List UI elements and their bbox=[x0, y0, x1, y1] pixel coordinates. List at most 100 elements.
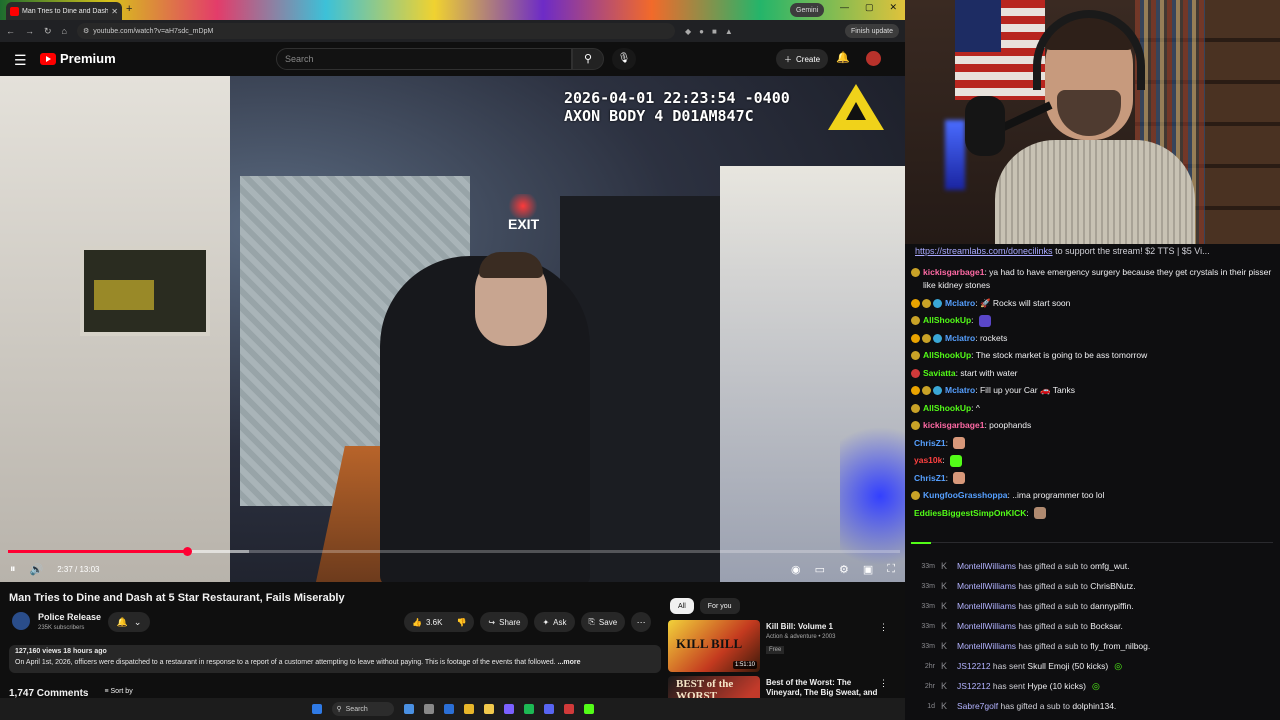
subscribed-notifications-button[interactable]: 🔔 ⌄ bbox=[108, 612, 150, 632]
chat-username[interactable]: KungfooGrasshoppa bbox=[923, 490, 1008, 500]
theater-mode-icon[interactable]: ▣ bbox=[863, 563, 873, 576]
taskbar-app-icon[interactable] bbox=[503, 704, 514, 714]
more-vertical-icon[interactable]: ⋮ bbox=[879, 622, 888, 633]
settings-gear-icon[interactable]: ⚙ bbox=[839, 563, 849, 576]
chat-username[interactable]: ChrisZ1 bbox=[914, 438, 946, 448]
taskbar-search[interactable]: ⚲ Search bbox=[331, 702, 394, 716]
fullscreen-icon[interactable]: ⛶ bbox=[887, 563, 895, 576]
sort-label: Sort by bbox=[110, 688, 133, 695]
badge-icon bbox=[933, 333, 942, 343]
event-username[interactable]: MontellWilliams bbox=[957, 641, 1016, 651]
more-actions-button[interactable]: ⋯ bbox=[631, 612, 652, 632]
minimize-button[interactable]: — bbox=[840, 2, 849, 13]
filter-chip-for-you[interactable]: For you bbox=[699, 598, 740, 614]
extension-icon[interactable]: ■ bbox=[712, 27, 717, 36]
autoplay-toggle[interactable]: ◉ bbox=[791, 563, 801, 576]
recommendation-item[interactable]: KILL BILL 1:51:10 Kill Bill: Volume 1 Ac… bbox=[668, 620, 898, 674]
video-progress-bar[interactable] bbox=[8, 547, 900, 556]
recommendation-item[interactable]: BEST of the WORST Best of the Worst: The… bbox=[668, 676, 898, 698]
spotify-icon[interactable] bbox=[523, 704, 534, 714]
create-button[interactable]: ＋ Create bbox=[776, 49, 829, 69]
forward-icon[interactable]: → bbox=[25, 26, 34, 36]
search-input[interactable]: Search bbox=[276, 48, 572, 70]
event-username[interactable]: Sabre7golf bbox=[957, 701, 998, 711]
event-time: 33m bbox=[921, 582, 935, 590]
volume-icon[interactable]: 🔊 bbox=[30, 563, 44, 576]
more-vertical-icon[interactable]: ⋮ bbox=[879, 678, 888, 689]
event-username[interactable]: MontellWilliams bbox=[957, 601, 1016, 611]
ask-button[interactable]: ✦ Ask bbox=[534, 612, 575, 632]
kick-icon[interactable] bbox=[583, 704, 594, 714]
task-view-icon[interactable] bbox=[403, 704, 414, 714]
badge-icon bbox=[922, 333, 931, 343]
maximize-button[interactable]: ▢ bbox=[865, 2, 874, 13]
like-button[interactable]: 👍 3.6K 👎 bbox=[404, 612, 475, 632]
edge-icon[interactable] bbox=[443, 704, 454, 714]
home-icon[interactable]: ⌂ bbox=[62, 26, 67, 36]
site-info-icon[interactable]: ⚙ bbox=[83, 27, 89, 35]
recommendation-thumbnail[interactable]: BEST of the WORST bbox=[668, 676, 760, 698]
discord-icon[interactable] bbox=[543, 704, 554, 714]
pause-button[interactable]: ⏸ bbox=[10, 563, 16, 576]
chat-username[interactable]: Mclatro bbox=[945, 385, 975, 395]
address-bar[interactable]: ⚙ youtube.com/watch?v=aH7sdc_mDpM bbox=[76, 23, 675, 39]
captions-icon[interactable]: ▭ bbox=[815, 563, 825, 576]
filter-chip-all[interactable]: All bbox=[670, 598, 694, 614]
recommendation-title[interactable]: Best of the Worst: The Vineyard, The Big… bbox=[766, 678, 878, 698]
taskbar-app-icon[interactable] bbox=[423, 704, 434, 714]
chat-message-body: Mclatro: Fill up your Car 🚗 Tanks bbox=[945, 384, 1273, 397]
recommendation-title[interactable]: Kill Bill: Volume 1 bbox=[766, 622, 878, 632]
event-username[interactable]: MontellWilliams bbox=[957, 581, 1016, 591]
account-avatar[interactable] bbox=[866, 51, 881, 66]
event-text: has sent bbox=[990, 661, 1028, 671]
save-button[interactable]: ⎘ Save bbox=[580, 612, 626, 632]
file-explorer-icon[interactable] bbox=[483, 704, 494, 714]
chat-username[interactable]: AllShookUp bbox=[923, 403, 971, 413]
close-tab-icon[interactable]: ✕ bbox=[111, 7, 118, 16]
notifications-bell-icon[interactable]: 🔔 bbox=[836, 51, 850, 64]
chat-username[interactable]: Mclatro bbox=[945, 333, 975, 343]
channel-avatar[interactable] bbox=[12, 612, 30, 630]
badge-icon bbox=[911, 491, 920, 500]
event-username[interactable]: MontellWilliams bbox=[957, 561, 1016, 571]
gemini-button[interactable]: Gemini bbox=[790, 3, 825, 17]
video-description[interactable]: 127,160 views 18 hours ago On April 1st,… bbox=[9, 645, 661, 673]
chat-username[interactable]: ChrisZ1 bbox=[914, 473, 946, 483]
extension-icon[interactable]: ▲ bbox=[725, 27, 733, 36]
share-button[interactable]: ↪ Share bbox=[480, 612, 529, 632]
extension-icon[interactable]: ◆ bbox=[685, 27, 691, 36]
chat-username[interactable]: EddiesBiggestSimpOnKICK bbox=[914, 508, 1026, 518]
streamlabs-link[interactable]: https://streamlabs.com/donecilinks bbox=[915, 246, 1053, 256]
chat-username[interactable]: Mclatro bbox=[945, 298, 975, 308]
reload-icon[interactable]: ↻ bbox=[44, 26, 52, 37]
close-window-button[interactable]: ✕ bbox=[889, 2, 897, 13]
youtube-premium-logo[interactable]: Premium bbox=[40, 51, 116, 66]
recommendation-thumbnail[interactable]: KILL BILL 1:51:10 bbox=[668, 620, 760, 672]
event-username[interactable]: JS12212 bbox=[957, 661, 991, 671]
browser-tab-youtube[interactable]: Man Tries to Dine and Dash ✕ bbox=[6, 2, 122, 20]
taskbar-app-icon[interactable] bbox=[563, 704, 574, 714]
channel-name[interactable]: Police Release bbox=[38, 612, 101, 622]
search-button[interactable]: ⚲ bbox=[572, 48, 604, 70]
thumbs-down-icon[interactable]: 👎 bbox=[456, 618, 466, 627]
show-more-link[interactable]: ...more bbox=[558, 659, 581, 666]
new-tab-button[interactable]: + bbox=[126, 3, 132, 15]
event-username[interactable]: MontellWilliams bbox=[957, 621, 1016, 631]
extension-icon[interactable]: ● bbox=[699, 27, 704, 36]
chat-message: kickisgarbage1: ya had to have emergency… bbox=[911, 266, 1273, 292]
finish-update-button[interactable]: Finish update bbox=[844, 24, 899, 38]
start-menu-icon[interactable] bbox=[311, 704, 322, 714]
chat-username[interactable]: AllShookUp bbox=[923, 350, 971, 360]
back-icon[interactable]: ← bbox=[6, 26, 15, 36]
chat-username[interactable]: kickisgarbage1 bbox=[923, 267, 984, 277]
chat-username[interactable]: yas10k bbox=[914, 455, 942, 465]
chat-username[interactable]: kickisgarbage1 bbox=[923, 420, 984, 430]
extensions-area: ◆ ● ■ ▲ bbox=[685, 27, 733, 36]
video-player[interactable]: EXIT 2026-04-01 22:23:54 -0400 AXON BODY… bbox=[0, 76, 905, 582]
chrome-icon[interactable] bbox=[463, 704, 474, 714]
chat-username[interactable]: AllShookUp bbox=[923, 315, 971, 325]
hamburger-menu-icon[interactable]: ☰ bbox=[14, 52, 27, 69]
chat-username[interactable]: Saviatta bbox=[923, 368, 956, 378]
voice-search-button[interactable]: 🎙 bbox=[612, 48, 636, 70]
event-username[interactable]: JS12212 bbox=[957, 681, 991, 691]
